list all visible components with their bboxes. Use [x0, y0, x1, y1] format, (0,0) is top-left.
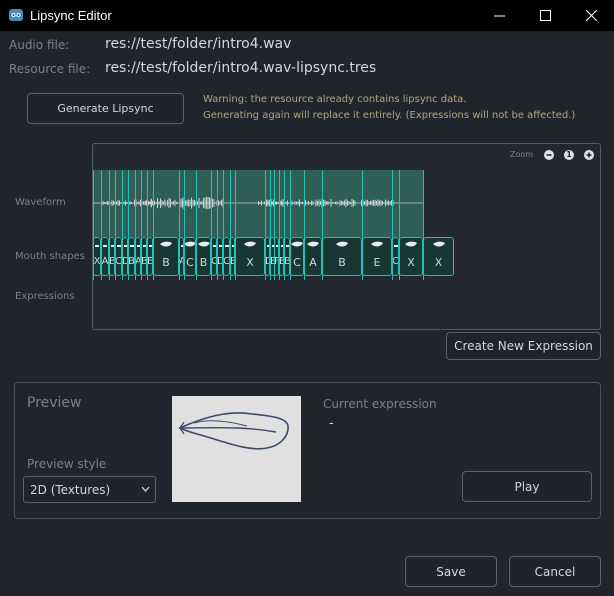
audio-file-value: res://test/folder/intro4.wav — [105, 36, 292, 52]
minimize-button[interactable] — [476, 0, 522, 31]
mouth-shape-letter: X — [407, 256, 415, 269]
mouth-shape-block[interactable]: X — [235, 237, 265, 276]
maximize-icon — [539, 10, 551, 21]
mouth-shape-block[interactable]: A — [101, 237, 109, 276]
mouth-shape-letter: B — [162, 256, 170, 269]
mouth-shape-letter: B — [128, 256, 135, 267]
create-new-expression-button[interactable]: Create New Expression — [446, 332, 601, 360]
preview-panel: Preview Preview style 2D (Textures) Curr… — [14, 382, 601, 519]
warning-line-2: Generating again will replace it entirel… — [203, 110, 576, 121]
mouth-shape-block[interactable]: X — [423, 237, 454, 276]
close-button[interactable] — [568, 0, 614, 31]
mouth-icon — [95, 245, 99, 247]
mouth-icon — [197, 241, 210, 247]
play-button[interactable]: Play — [462, 471, 592, 502]
mouth-icon — [103, 245, 107, 247]
mouth-shape-letter: C — [186, 256, 194, 269]
mouth-shape-block[interactable]: X — [93, 237, 101, 276]
mouth-icon — [405, 241, 417, 247]
maximize-button[interactable] — [522, 0, 568, 31]
mouth-shape-letter: C — [115, 256, 122, 267]
mouth-icon — [117, 245, 121, 247]
mouth-icon — [291, 241, 303, 247]
mouth-shape-letter: X — [93, 256, 101, 267]
mouth-shape-block[interactable]: C — [290, 237, 304, 276]
mouth-drawing-icon — [178, 412, 289, 450]
warning-line-1: Warning: the resource already contains l… — [203, 94, 467, 105]
waveform-graph — [93, 196, 423, 210]
mouth-shape-block[interactable]: X — [399, 237, 423, 276]
preview-style-value: 2D (Textures) — [30, 482, 111, 497]
preview-title: Preview — [27, 395, 82, 411]
current-expression-value: - — [329, 416, 334, 431]
mouth-shapes-row-label: Mouth shapes — [15, 251, 85, 262]
mouth-icon — [336, 241, 348, 247]
mouth-shape-block[interactable]: C — [223, 237, 230, 276]
mouth-shape-letter: X — [246, 256, 254, 269]
mouth-icon — [225, 245, 229, 247]
generate-lipsync-button[interactable]: Generate Lipsync — [27, 93, 184, 124]
close-icon — [585, 10, 597, 21]
timeline-panel[interactable]: Zoom 1 XABCDBABEBACBCDCBXDBFEBCABECXX — [92, 143, 601, 330]
mouth-shape-letter: A — [101, 256, 109, 267]
zoom-reset-button[interactable]: 1 — [564, 150, 574, 160]
mouth-icon — [244, 241, 256, 247]
mouth-preview-image — [172, 396, 301, 502]
mouth-shape-block[interactable]: C — [115, 237, 122, 276]
mouth-shape-block[interactable]: C — [392, 237, 399, 276]
mouth-shape-letter: B — [338, 256, 346, 269]
chevron-down-icon — [141, 486, 150, 492]
mouth-shape-letter: C — [293, 256, 301, 269]
mouth-shape-block[interactable]: C — [184, 237, 196, 276]
expressions-row-label: Expressions — [15, 291, 75, 302]
mouth-icon — [307, 241, 319, 247]
mouth-shape-letter: C — [223, 256, 230, 267]
resource-file-value: res://test/folder/intro4.wav-lipsync.tre… — [105, 60, 377, 76]
mouth-icon — [371, 241, 383, 247]
mouth-shape-block[interactable]: A — [304, 237, 322, 276]
resource-file-label: Resource file: — [9, 62, 91, 76]
mouth-icon — [432, 241, 445, 247]
mouth-shape-block[interactable]: B — [153, 237, 179, 276]
godot-app-icon — [9, 9, 23, 21]
zoom-in-button[interactable] — [584, 150, 594, 160]
mouth-shape-letter: C — [392, 256, 399, 267]
preview-style-select[interactable]: 2D (Textures) — [23, 476, 156, 503]
mouth-icon — [185, 241, 195, 247]
preview-style-label: Preview style — [27, 457, 107, 471]
mouth-shape-letter: B — [199, 256, 208, 269]
zoom-out-button[interactable] — [544, 150, 554, 160]
save-button[interactable]: Save — [405, 556, 497, 587]
mouth-shape-letter: E — [373, 256, 381, 269]
mouth-shape-block[interactable]: B — [196, 237, 211, 276]
mouth-shape-block[interactable]: B — [322, 237, 362, 276]
window-title: Lipsync Editor — [30, 8, 112, 23]
cancel-button[interactable]: Cancel — [509, 556, 601, 587]
mouth-icon — [394, 245, 398, 247]
minimize-icon — [493, 15, 505, 17]
mouth-shape-letter: X — [434, 256, 443, 269]
plus-circle-icon — [586, 152, 592, 158]
minus-circle-icon — [546, 154, 552, 156]
audio-file-label: Audio file: — [9, 38, 70, 52]
current-expression-label: Current expression — [323, 397, 437, 411]
title-bar: Lipsync Editor — [0, 0, 614, 31]
generate-warning: Warning: the resource already contains l… — [203, 92, 575, 124]
mouth-shape-block[interactable]: B — [128, 237, 135, 276]
mouth-icon — [130, 245, 134, 247]
waveform-row-label: Waveform — [15, 197, 66, 208]
mouth-shape-block[interactable]: E — [362, 237, 392, 276]
mouth-icon — [160, 241, 172, 247]
zoom-label: Zoom — [510, 150, 534, 159]
mouth-shape-letter: A — [309, 256, 317, 269]
